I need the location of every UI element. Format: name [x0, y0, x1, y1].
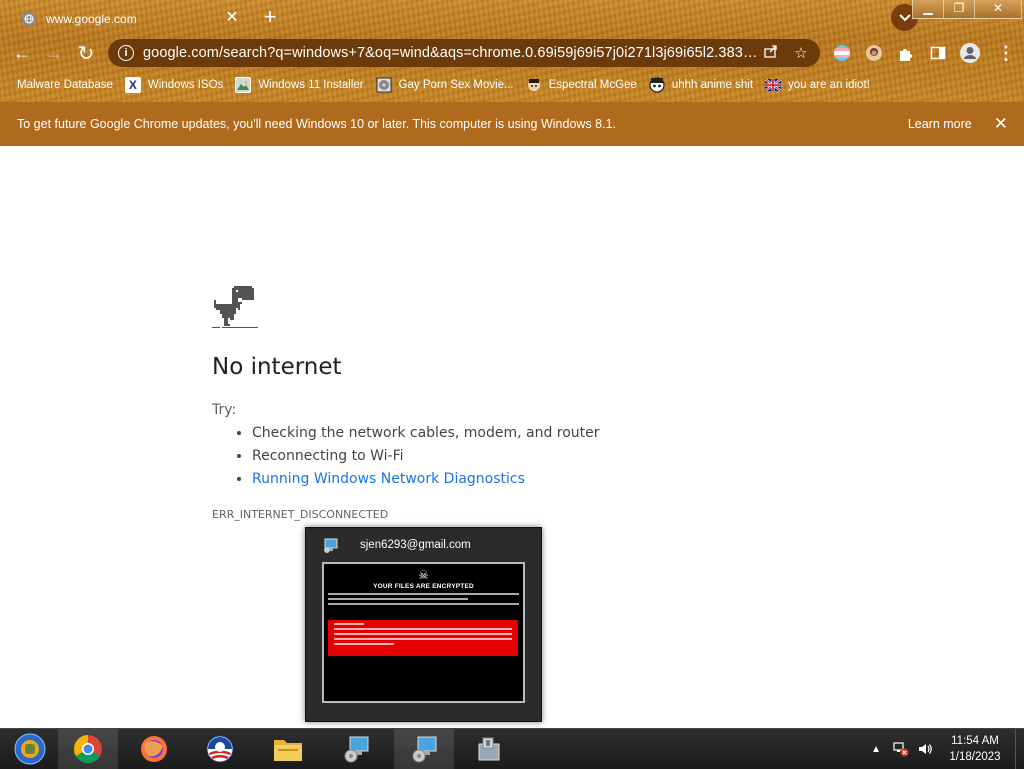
trans-flag-extension-icon[interactable]	[830, 41, 854, 65]
bookmark-malware-database[interactable]: Malware Database	[17, 79, 113, 91]
bookmark-you-are-an-idiot[interactable]: you are an idiot!	[765, 77, 870, 93]
url-text[interactable]: google.com/search?q=windows+7&oq=wind&aq…	[143, 45, 760, 61]
uk-flag-icon	[765, 77, 782, 93]
window-close-button[interactable]: ✕	[974, 0, 1022, 19]
browser-toolbar: ← → ↻ i google.com/search?q=windows+7&oq…	[0, 36, 1024, 70]
preview-text-line	[328, 593, 519, 595]
firefox-taskbar-button[interactable]	[124, 729, 184, 769]
bookmark-label: Windows ISOs	[147, 79, 224, 91]
infobar-close-icon[interactable]: ✕	[994, 114, 1008, 134]
bookmark-label: Malware Database	[17, 79, 113, 91]
folder-icon	[274, 740, 302, 761]
profile-picture-extension-icon[interactable]	[862, 41, 886, 65]
windows-taskbar: ▲ 11:54 AM 1/18/2023	[0, 728, 1024, 769]
back-button[interactable]: ←	[8, 39, 36, 67]
new-tab-button[interactable]: +	[258, 6, 282, 30]
browser-frame: www.google.com ✕ + ▁ ❐ ✕ ← → ↻ i google.…	[0, 0, 1024, 102]
system-tray: ▲ 11:54 AM 1/18/2023	[871, 729, 1024, 769]
suggestion-item: Reconnecting to Wi-Fi	[252, 445, 600, 468]
restore-button[interactable]: ❐	[943, 0, 975, 19]
obama-logo-icon	[206, 735, 234, 763]
tab-title: www.google.com	[46, 12, 137, 26]
bookmark-label: Windows 11 Installer	[258, 79, 364, 91]
anime-face-icon	[649, 77, 665, 93]
suggestion-item: Checking the network cables, modem, and …	[252, 422, 600, 445]
volume-icon[interactable]	[917, 741, 933, 757]
bookmark-espectral-mcgee[interactable]: Espectral McGee	[526, 77, 637, 93]
forward-button[interactable]: →	[40, 39, 68, 67]
disc-icon	[376, 77, 392, 93]
x-logo-icon: X	[124, 77, 141, 93]
info-icon[interactable]: i	[118, 45, 134, 61]
computer-install-icon	[344, 736, 369, 763]
thumbnail-title: sjen6293@gmail.com	[360, 539, 471, 551]
show-desktop-button[interactable]	[1015, 729, 1024, 769]
taskbar-thumbnail-preview[interactable]: sjen6293@gmail.com ☠ YOUR FILES ARE ENCR…	[305, 527, 542, 722]
chrome-taskbar-button[interactable]	[58, 729, 118, 769]
dinosaur-icon[interactable]	[212, 286, 258, 330]
suggestion-item: Running Windows Network Diagnostics	[252, 468, 600, 491]
computer-install-icon	[324, 538, 338, 553]
avatar-icon	[526, 77, 542, 93]
bookmark-label: Espectral McGee	[548, 79, 637, 91]
tab-close-icon[interactable]: ✕	[224, 10, 240, 27]
side-panel-icon[interactable]	[926, 41, 950, 65]
browser-tab[interactable]: www.google.com ✕	[8, 4, 248, 34]
obama-logo-taskbar-button[interactable]	[190, 729, 250, 769]
installer-taskbar-button[interactable]	[326, 729, 386, 769]
bookmark-label: Gay Porn Sex Movie...	[398, 79, 514, 91]
network-disconnected-icon[interactable]	[893, 741, 909, 757]
learn-more-link[interactable]: Learn more	[908, 117, 972, 131]
chrome-icon	[74, 735, 102, 763]
encrypted-heading: YOUR FILES ARE ENCRYPTED	[373, 583, 474, 590]
menu-dots-icon[interactable]: ⋮	[994, 41, 1018, 65]
chevron-down-icon	[898, 13, 911, 21]
share-icon[interactable]	[760, 44, 782, 62]
bookmark-windows-11-installer[interactable]: Windows 11 Installer	[235, 77, 364, 93]
infobar-message: To get future Google Chrome updates, you…	[17, 117, 616, 131]
bookmark-star-icon[interactable]: ☆	[790, 44, 812, 62]
clock-time: 11:54 AM	[951, 735, 999, 747]
thumbnail-header: sjen6293@gmail.com	[306, 528, 541, 562]
network-diagnostics-link[interactable]: Running Windows Network Diagnostics	[252, 471, 525, 487]
bookmark-gay-porn-sex-movie[interactable]: Gay Porn Sex Movie...	[376, 77, 514, 93]
bookmark-windows-isos[interactable]: X Windows ISOs	[124, 77, 224, 93]
show-hidden-icons-icon[interactable]: ▲	[871, 744, 881, 755]
start-logo-icon	[14, 733, 46, 765]
preview-text-line	[328, 598, 468, 600]
reload-button[interactable]: ↻	[72, 39, 100, 67]
window-controls: ▁ ❐ ✕	[912, 0, 1022, 19]
setup-box-icon	[478, 737, 500, 761]
update-infobar: To get future Google Chrome updates, you…	[0, 102, 1024, 146]
start-button[interactable]	[0, 729, 60, 769]
error-title: No internet	[212, 354, 342, 380]
bookmark-label: uhhh anime shit	[671, 79, 754, 91]
error-code: ERR_INTERNET_DISCONNECTED	[212, 508, 389, 521]
puzzle-extensions-icon[interactable]	[894, 41, 918, 65]
preview-text-line	[328, 603, 519, 605]
globe-icon	[22, 12, 36, 26]
bookmark-uhhh-anime-shit[interactable]: uhhh anime shit	[649, 77, 753, 93]
bookmarks-bar: Malware Database X Windows ISOs Windows …	[0, 72, 1024, 98]
image-icon	[235, 77, 252, 93]
setup-taskbar-button[interactable]	[458, 729, 518, 769]
preview-red-panel	[328, 620, 518, 656]
address-bar[interactable]: i google.com/search?q=windows+7&oq=wind&…	[108, 39, 820, 67]
bookmark-label: you are an idiot!	[788, 79, 870, 91]
computer-install-icon	[412, 736, 437, 763]
clock-date: 1/18/2023	[949, 751, 1001, 763]
file-explorer-taskbar-button[interactable]	[258, 729, 318, 769]
firefox-icon	[141, 736, 167, 762]
profile-avatar-icon[interactable]	[958, 41, 982, 65]
ransomware-window-preview: ☠ YOUR FILES ARE ENCRYPTED	[322, 562, 525, 703]
minimize-button[interactable]: ▁	[912, 0, 944, 19]
clock[interactable]: 11:54 AM 1/18/2023	[941, 733, 1009, 765]
skull-crossbones-icon: ☠	[418, 568, 429, 582]
suggestions-list: Checking the network cables, modem, and …	[212, 422, 600, 491]
ransomware-taskbar-button[interactable]	[394, 729, 454, 769]
try-label: Try:	[212, 402, 237, 418]
